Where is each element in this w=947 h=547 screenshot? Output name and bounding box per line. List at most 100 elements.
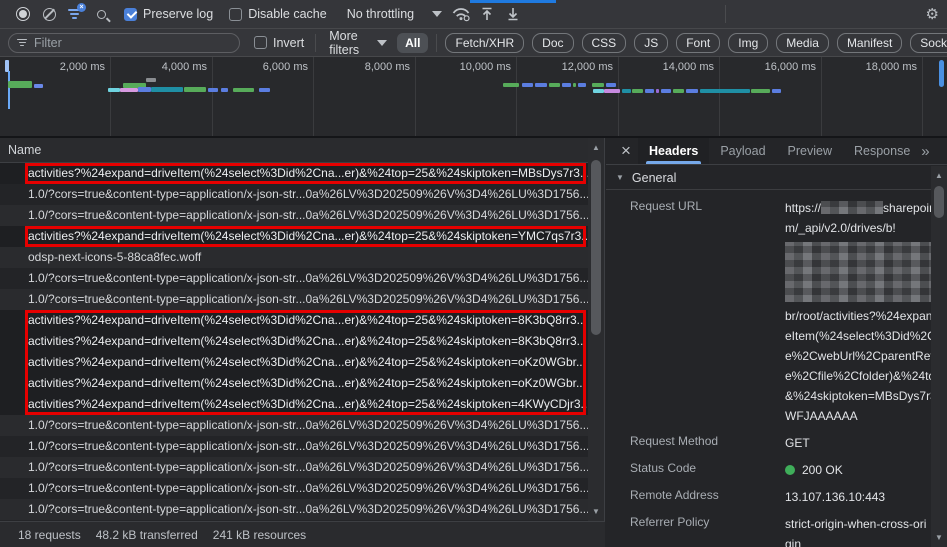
scrollbar-thumb[interactable] [591,160,601,335]
filter-pill-fetch-xhr[interactable]: Fetch/XHR [445,32,525,53]
waterfall-bar [535,83,547,87]
request-row[interactable]: activities?%24expand=driveItem(%24select… [0,163,588,184]
general-section-title: General [631,170,677,185]
search-button[interactable] [88,2,114,26]
network-conditions-button[interactable] [448,2,474,26]
waterfall-bar [208,88,218,92]
waterfall-bar [573,83,576,87]
filter-badge-icon: × [77,3,86,12]
toolbar-divider [725,5,727,23]
filter-toggle-button[interactable]: × [62,2,88,26]
record-button[interactable] [10,2,36,26]
filter-pill-img[interactable]: Img [728,32,769,53]
tab-response[interactable]: Response [843,138,921,164]
scrollbar-thumb[interactable] [934,186,944,218]
waterfall-bar [562,83,571,87]
scroll-down-icon[interactable]: ▼ [931,533,947,542]
headers-tab-content: ▼ General Request URL https://sharepoint.… [606,166,931,547]
filter-pill-font[interactable]: Font [676,32,721,53]
timeline-tick-label: 18,000 ms [865,61,917,73]
disable-cache-label: Disable cache [248,7,327,21]
disable-cache-checkbox[interactable] [229,7,243,21]
request-row[interactable]: odsp-next-icons-5-88ca8fec.woff [0,247,588,268]
export-har-button[interactable] [500,2,526,26]
preserve-log-checkbox[interactable] [124,7,137,21]
filter-pill-css[interactable]: CSS [581,32,627,53]
field-referrer-policy: Referrer Policy strict-origin-when-cross-… [630,514,931,547]
settings-gear-button[interactable]: ⚙ [926,5,939,23]
import-har-button[interactable] [474,2,500,26]
waterfall-bar [604,89,620,93]
network-overview-timeline[interactable]: 2,000 ms 4,000 ms 6,000 ms 8,000 ms 10,000 m… [0,57,947,138]
field-value: 200 OK [785,460,931,480]
request-row[interactable]: activities?%24expand=driveItem(%24select… [0,331,588,352]
request-row[interactable]: 1.0/?cors=true&content-type=application/… [0,184,588,205]
filter-pill-js[interactable]: JS [634,32,669,53]
request-row[interactable]: 1.0/?cors=true&content-type=application/… [0,457,588,478]
timeline-tick-label: 12,000 ms [561,61,613,73]
close-icon[interactable]: × [614,139,638,163]
annotation-red-box: activities?%24expand=driveItem(%24select… [0,310,588,415]
timeline-tick-label: 10,000 ms [459,61,511,73]
more-filters-button[interactable]: More filters [329,29,388,57]
resources-size: 241 kB resources [212,527,307,542]
request-row[interactable]: 1.0/?cors=true&content-type=application/… [0,268,588,289]
request-row[interactable]: activities?%24expand=driveItem(%24select… [0,226,588,247]
request-row[interactable]: activities?%24expand=driveItem(%24select… [0,310,588,331]
name-column-header[interactable]: Name [0,138,604,163]
waterfall-bar [233,88,254,92]
throttling-value: No throttling [346,7,415,21]
waterfall-bar [34,84,43,88]
general-section-header[interactable]: ▼ General [606,166,931,190]
request-list-scrollbar[interactable]: ▲ ▼ [588,138,604,521]
throttling-select[interactable]: No throttling [346,7,443,21]
tab-overflow-icon[interactable]: » [921,143,929,160]
resource-type-filters: All Fetch/XHR Doc CSS JS Font Img Media Manifest… [397,32,947,53]
request-row[interactable]: 1.0/?cors=true&content-type=application/… [0,205,588,226]
waterfall-bar [686,89,698,93]
request-row[interactable]: 1.0/?cors=true&content-type=application/… [0,289,588,310]
request-row[interactable]: activities?%24expand=driveItem(%24select… [0,394,588,415]
waterfall-bar [622,89,631,93]
request-row[interactable]: 1.0/?cors=true&content-type=application/… [0,478,588,499]
scroll-down-icon[interactable]: ▼ [588,507,604,516]
filter-pill-all[interactable]: All [397,32,429,53]
tab-payload[interactable]: Payload [709,138,776,164]
status-ok-icon [785,465,795,475]
filter-input-icon [17,38,27,47]
timeline-tick-label: 14,000 ms [662,61,714,73]
annotation-red-box: activities?%24expand=driveItem(%24select… [0,163,588,184]
invert-label: Invert [273,35,305,50]
clear-button[interactable] [36,2,62,26]
network-conditions-icon [452,8,470,22]
overview-selection-marker [8,71,10,109]
waterfall-bar [593,89,604,93]
transferred-size: 48.2 kB transferred [95,527,198,542]
request-row[interactable]: 1.0/?cors=true&content-type=application/… [0,499,588,520]
request-row[interactable]: 1.0/?cors=true&content-type=application/… [0,415,588,436]
scroll-up-icon[interactable]: ▲ [588,143,604,152]
request-count: 18 requests [18,527,81,542]
request-url-value: https://sharepoint.com/_api/v2.0/drives/… [785,198,931,426]
request-row[interactable]: 1.0/?cors=true&content-type=application/… [0,436,588,457]
filter-pill-manifest[interactable]: Manifest [836,32,903,53]
filter-pill-media[interactable]: Media [776,32,829,53]
annotation-red-box: activities?%24expand=driveItem(%24select… [0,226,588,247]
tab-headers[interactable]: Headers [638,138,710,164]
request-rows: activities?%24expand=driveItem(%24select… [0,163,588,521]
filter-icon: × [68,3,86,20]
waterfall-bar [146,78,156,82]
timeline-tick-label: 2,000 ms [59,61,105,73]
filter-pill-socket[interactable]: Socket [910,32,947,53]
invert-checkbox[interactable] [254,36,267,49]
request-row[interactable]: activities?%24expand=driveItem(%24select… [0,352,588,373]
scroll-up-icon[interactable]: ▲ [931,171,947,180]
overview-scrollbar-thumb[interactable] [939,60,944,87]
request-row[interactable]: activities?%24expand=driveItem(%24select… [0,373,588,394]
filter-pill-doc[interactable]: Doc [532,32,574,53]
tab-preview[interactable]: Preview [777,138,843,164]
filter-input[interactable]: Filter [8,32,240,53]
section-triangle-icon: ▼ [616,173,624,182]
details-scrollbar[interactable]: ▲ ▼ [931,166,947,547]
network-filter-bar: Filter Invert More filters All Fetch/XHR D… [0,29,947,57]
